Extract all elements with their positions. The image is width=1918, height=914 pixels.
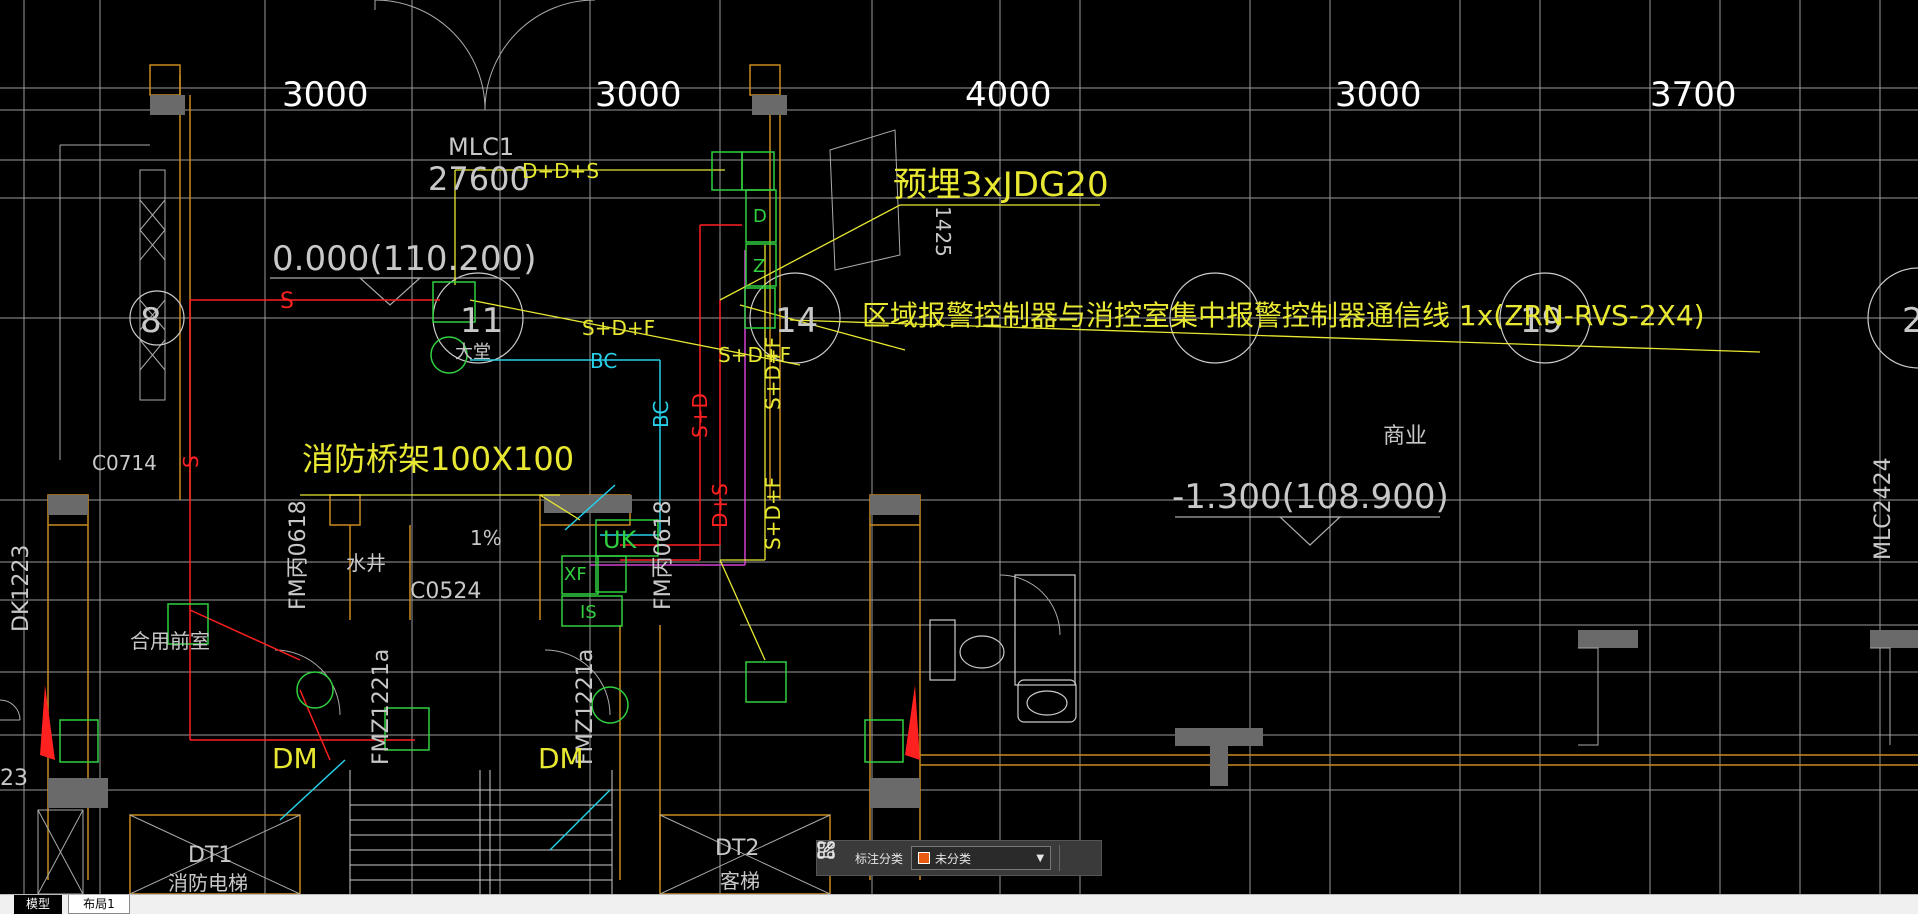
comm-line-label: 区域报警控制器与消控室集中报警控制器通信线 1x(ZRN-RVS-2X4) <box>862 299 1705 332</box>
line-sdf1: S+D+F <box>582 316 655 340</box>
elevation-upper: 0.000(110.200) <box>272 239 536 279</box>
axis-14: 14 <box>775 301 818 341</box>
line-bc: BC <box>590 349 617 373</box>
line-bc-vertical: BC <box>649 401 673 428</box>
door-tag-fmz1: FMZ1221a <box>369 649 394 765</box>
red-zone-markers <box>40 685 920 760</box>
elevator-dt2-name: 客梯 <box>720 869 760 893</box>
chevron-down-icon: ▼ <box>1036 852 1045 864</box>
layout-tab-strip: 模型 布局1 <box>0 894 1918 914</box>
door-tag-mlc2424: MLC2424 <box>1871 457 1896 560</box>
door-tag-425: 1425 <box>931 206 955 257</box>
slope-label: 1% <box>470 526 502 550</box>
door-tag-main: MLC1 <box>448 133 514 161</box>
line-ds-vertical: D+S <box>708 483 732 528</box>
door-tag-fm2: FM丙0618 <box>651 500 676 610</box>
window-tag-mid: C0524 <box>410 579 481 604</box>
tab-layout1[interactable]: 布局1 <box>68 895 130 914</box>
category-color-swatch <box>918 852 931 864</box>
line-sdf-vertical-2: S+D+F <box>761 477 785 550</box>
cyan-wires <box>279 359 661 851</box>
door-tag-dk: DK1223 <box>9 545 34 632</box>
elevator-dt1-name: 消防电梯 <box>168 871 248 894</box>
line-sdf-vertical-1: S+D+F <box>761 337 785 410</box>
tag-dm2: DM <box>538 742 584 775</box>
elevator-dt1: DT1 <box>188 843 232 868</box>
device-z: Z <box>753 256 765 277</box>
line-s: S <box>280 289 294 314</box>
cad-drawing[interactable]: 3000 3000 4000 3000 3700 MLC1 27600 0.00… <box>0 0 1918 894</box>
line-s2: S <box>179 455 203 468</box>
annotation-category-value: 未分类 <box>935 851 972 866</box>
tray-label: 消防桥架100X100 <box>302 440 574 478</box>
cad-model-viewport[interactable]: 3000 3000 4000 3000 3700 MLC1 27600 0.00… <box>0 0 1918 894</box>
device-uk: UK <box>603 526 638 554</box>
axis-8: 8 <box>140 301 162 341</box>
edit-icon[interactable] <box>818 841 1092 871</box>
dimension-5: 3700 <box>1650 75 1737 115</box>
annotation-category-select[interactable]: 未分类 ▼ <box>911 846 1052 870</box>
pipe-label: 预埋3xJDG20 <box>893 165 1109 205</box>
edge-label: 23 <box>0 766 28 791</box>
room-water-well: 水井 <box>346 551 386 575</box>
window-tag-left: C0714 <box>92 451 157 475</box>
line-sd-vertical: S+D <box>688 393 712 438</box>
elevation-lower: -1.300(108.900) <box>1172 477 1449 517</box>
room-commercial: 商业 <box>1383 424 1427 449</box>
axis-2: 2 <box>1902 301 1918 341</box>
dimension-1: 3000 <box>282 75 369 115</box>
axis-11: 11 <box>460 301 503 341</box>
annotation-category-toolbar: 标注分类 未分类 ▼ <box>816 840 1102 876</box>
dimension-4: 3000 <box>1335 75 1422 115</box>
area-code: 27600 <box>428 160 530 198</box>
elevator-dt2: DT2 <box>715 836 759 861</box>
dimension-2: 3000 <box>595 75 682 115</box>
device-is: IS <box>580 602 597 623</box>
room-shared-front: 合用前室 <box>130 629 210 653</box>
stair-treads <box>349 770 613 894</box>
room-hall: 大堂 <box>455 342 491 363</box>
door-tag-fm1: FM丙0618 <box>286 500 311 610</box>
toilet-fixtures <box>929 574 1077 723</box>
annotation-category-label: 标注分类 <box>855 851 904 866</box>
device-xf: XF <box>564 564 587 585</box>
tag-dm1: DM <box>272 742 318 775</box>
line-dds: D+D+S <box>522 159 599 183</box>
tab-model[interactable]: 模型 <box>14 895 62 914</box>
device-d: D <box>753 206 767 227</box>
dimension-3: 4000 <box>965 75 1052 115</box>
